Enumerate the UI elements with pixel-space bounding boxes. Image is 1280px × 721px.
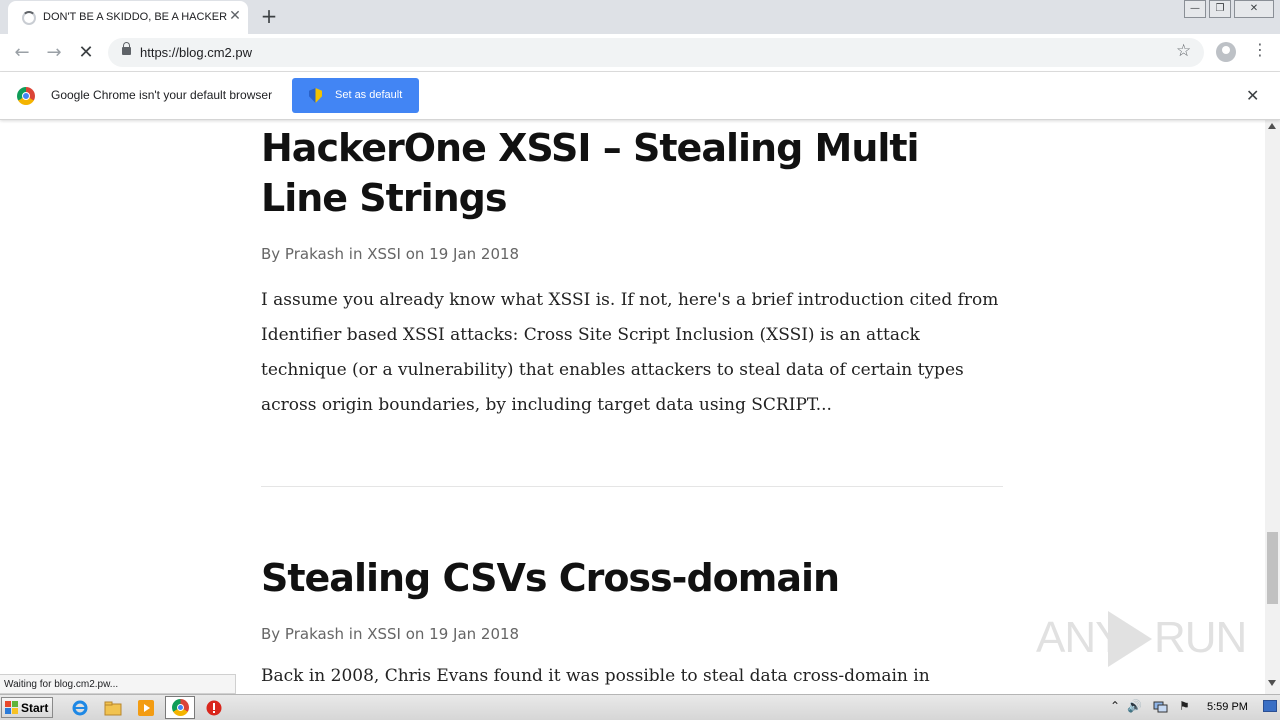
chrome-taskbar-icon-center	[177, 704, 184, 711]
address-bar[interactable]: https://blog.cm2.pw ☆	[108, 38, 1204, 67]
post-divider	[261, 486, 1003, 487]
blog-post: Stealing CSVs Cross-domain By Prakash in…	[261, 553, 1003, 694]
set-as-default-button[interactable]: Set as default	[292, 78, 419, 113]
status-bubble: Waiting for blog.cm2.pw...	[0, 674, 236, 694]
browser-menu-icon[interactable]: ⋮	[1252, 40, 1268, 59]
post-meta: By Prakash in XSSI on 19 Jan 2018	[261, 625, 520, 643]
internet-explorer-icon[interactable]	[71, 699, 89, 717]
file-explorer-icon[interactable]	[104, 699, 122, 717]
browser-tab[interactable]: DON'T BE A SKIDDO, BE A HACKER ✕	[8, 1, 248, 34]
page-scrollbar[interactable]	[1265, 120, 1280, 694]
tab-close-icon[interactable]: ✕	[226, 7, 244, 25]
chrome-logo-icon	[17, 87, 35, 105]
chrome-taskbar-button[interactable]	[165, 696, 195, 719]
browser-toolbar: ← → ✕ https://blog.cm2.pw ☆ ⋮	[0, 34, 1280, 72]
bookmark-star-icon[interactable]: ☆	[1176, 41, 1191, 61]
profile-avatar-icon[interactable]	[1216, 42, 1236, 62]
action-center-flag-icon[interactable]: ⚑	[1179, 699, 1190, 713]
post-excerpt: I assume you already know what XSSI is. …	[261, 290, 999, 415]
security-app-icon[interactable]	[205, 699, 223, 717]
set-as-default-label: Set as default	[335, 89, 403, 101]
lock-icon[interactable]	[122, 42, 131, 55]
scroll-up-arrow-icon[interactable]	[1268, 123, 1276, 129]
start-button[interactable]: Start	[1, 697, 53, 718]
windows-taskbar: Start ⌃ 🔊 ⚑ 5:59 PM	[0, 694, 1280, 720]
anyrun-watermark: ANY RUN	[1036, 605, 1247, 675]
windows-logo-icon	[5, 701, 19, 715]
media-player-icon[interactable]	[137, 699, 155, 717]
url-text[interactable]: https://blog.cm2.pw	[140, 45, 252, 60]
system-tray: ⌃ 🔊 ⚑ 5:59 PM	[1105, 695, 1280, 721]
new-tab-button[interactable]: +	[258, 6, 280, 28]
window-close-button[interactable]: ✕	[1234, 0, 1274, 18]
back-button[interactable]: ←	[9, 40, 35, 66]
scroll-down-arrow-icon[interactable]	[1268, 680, 1276, 686]
post-title-link[interactable]: Stealing CSVs Cross-domain	[261, 553, 1003, 603]
system-clock[interactable]: 5:59 PM	[1207, 701, 1248, 713]
post-meta: By Prakash in XSSI on 19 Jan 2018	[261, 245, 520, 263]
forward-button[interactable]: →	[41, 40, 67, 66]
window-restore-button[interactable]: ❐	[1209, 0, 1231, 18]
watermark-play-icon	[1108, 611, 1152, 667]
start-label: Start	[21, 701, 49, 715]
watermark-text-right: RUN	[1154, 613, 1247, 662]
window-minimize-button[interactable]: —	[1184, 0, 1206, 18]
uac-shield-icon	[309, 88, 322, 103]
show-desktop-icon[interactable]	[1263, 700, 1277, 712]
tab-strip: DON'T BE A SKIDDO, BE A HACKER ✕ + — ❐ ✕	[0, 0, 1280, 34]
speaker-icon[interactable]: 🔊	[1127, 699, 1142, 713]
post-excerpt: Back in 2008, Chris Evans found it was p…	[261, 666, 930, 686]
post-title-link[interactable]: HackerOne XSSI – Stealing Multi Line Str…	[261, 123, 1003, 223]
infobar-message: Google Chrome isn't your default browser	[51, 88, 273, 102]
network-icon[interactable]	[1153, 699, 1169, 716]
scroll-thumb[interactable]	[1267, 532, 1278, 604]
tray-expand-icon[interactable]: ⌃	[1110, 699, 1120, 713]
tab-title: DON'T BE A SKIDDO, BE A HACKER	[43, 11, 228, 23]
blog-post: HackerOne XSSI – Stealing Multi Line Str…	[261, 123, 1003, 423]
loading-spinner-icon	[22, 11, 36, 25]
infobar-close-icon[interactable]: ✕	[1246, 86, 1259, 105]
default-browser-infobar: Google Chrome isn't your default browser…	[0, 72, 1280, 120]
stop-button[interactable]: ✕	[73, 40, 99, 66]
